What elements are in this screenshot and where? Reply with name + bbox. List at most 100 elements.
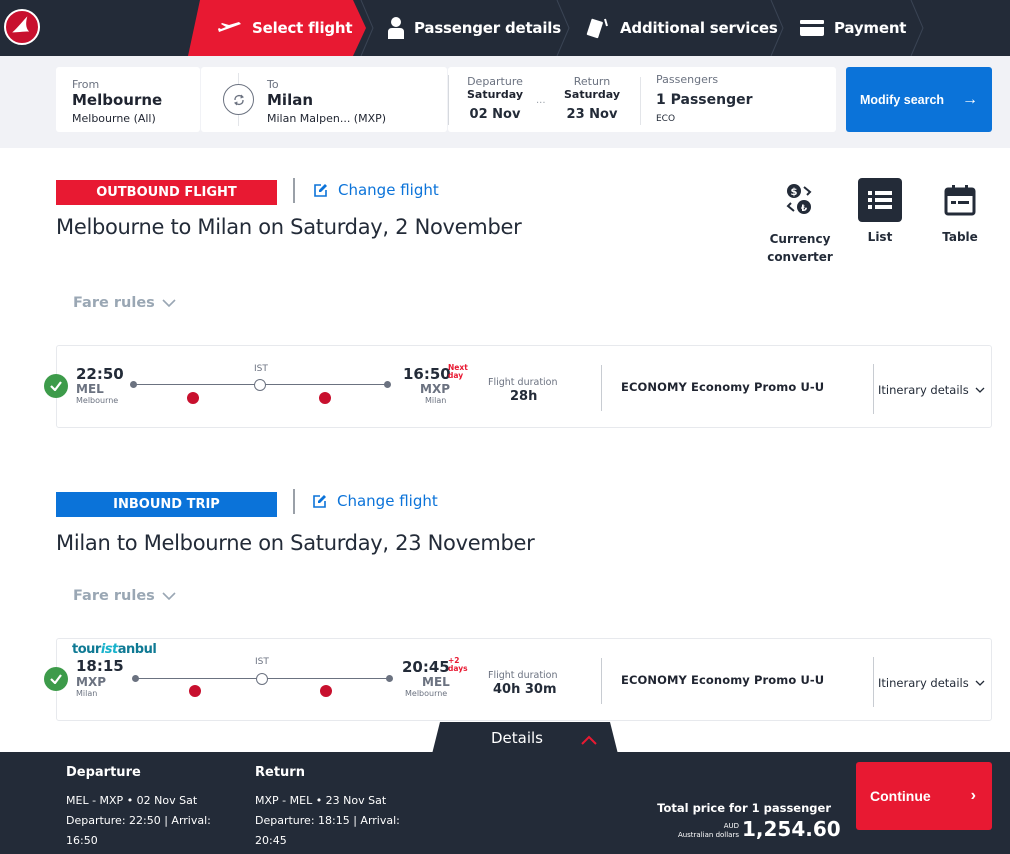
step-divider [770, 0, 784, 56]
to-airport: Milan Malpen... (MXP) [267, 112, 387, 125]
outbound-route-title: Melbourne to Milan on Saturday, 2 Novemb… [56, 215, 522, 239]
chevron-right-icon: › [970, 787, 976, 804]
swap-airports-button[interactable] [223, 84, 254, 115]
credit-card-icon [800, 20, 824, 36]
selected-check-icon [44, 374, 68, 398]
list-view-button[interactable]: List [858, 178, 902, 244]
svg-text:$: $ [791, 187, 798, 198]
change-outbound-flight-link[interactable]: Change flight [313, 181, 439, 199]
departure-summary-heading: Departure [66, 765, 141, 780]
total-price-label: Total price for 1 passenger [657, 801, 831, 815]
change-inbound-flight-link[interactable]: Change flight [312, 492, 438, 510]
from-field[interactable]: From Melbourne Melbourne (All) [56, 67, 200, 132]
table-view-label: Table [942, 230, 978, 244]
inbound-itinerary-details-toggle[interactable]: Itinerary details [878, 676, 985, 690]
departure-airport-code: MXP [76, 675, 106, 689]
chevron-down-icon [162, 299, 176, 307]
change-flight-label: Change flight [338, 181, 439, 199]
airline-carrier-icon [189, 685, 201, 697]
modify-search-button[interactable]: Modify search → [846, 67, 992, 132]
fare-rules-label: Fare rules [73, 295, 155, 311]
fare-rules-label: Fare rules [73, 588, 155, 604]
step-passenger-details[interactable]: Passenger details [388, 0, 561, 56]
currency-label: AUD Australian dollars [678, 822, 739, 840]
arrival-day-note: +2 days [448, 657, 468, 673]
return-summary-route: MXP - MEL • 23 Nov Sat [255, 794, 387, 807]
plus-days-note-2: days [448, 664, 468, 673]
edit-icon [313, 494, 326, 508]
next-day-note-2: day [448, 371, 464, 380]
departure-date: 02 Nov [469, 107, 521, 122]
continue-button[interactable]: Continue › [856, 762, 992, 830]
to-city: Milan [267, 91, 314, 109]
stopover-code: IST [254, 364, 268, 374]
departure-time: 18:15 [76, 657, 124, 675]
swap-icon [233, 94, 244, 105]
outbound-itinerary-details-toggle[interactable]: Itinerary details [878, 383, 985, 397]
cabin-class: ECO [656, 114, 676, 124]
inbound-badge: INBOUND TRIP [56, 492, 277, 517]
fare-class: ECONOMY Economy Promo U-U [621, 380, 825, 394]
step-label: Passenger details [414, 19, 561, 37]
from-label: From [72, 78, 100, 91]
step-divider [910, 0, 924, 56]
details-toggle-tab[interactable]: Details [432, 722, 618, 754]
departure-time: 22:50 [76, 365, 124, 383]
step-select-flight[interactable]: Select flight [218, 0, 353, 56]
stopover-marker [254, 379, 266, 391]
outbound-fare-rules-toggle[interactable]: Fare rules [73, 295, 176, 311]
return-summary-heading: Return [255, 765, 305, 780]
calendar-icon [938, 178, 982, 222]
chevron-down-icon [975, 387, 985, 393]
list-icon [858, 178, 902, 222]
edit-icon [314, 183, 327, 197]
fare-class: ECONOMY Economy Promo U-U [621, 673, 825, 687]
chevron-down-icon [162, 592, 176, 600]
top-navigation: Select flight Passenger details Addition… [0, 0, 1010, 56]
itinerary-details-label: Itinerary details [878, 383, 969, 397]
currency-converter-icon: $ ₺ [778, 178, 822, 222]
date-separator: ... [536, 95, 546, 106]
cards-icon [586, 16, 610, 40]
return-day: Saturday [564, 88, 620, 101]
step-label: Payment [834, 19, 907, 37]
selected-check-icon [44, 667, 68, 691]
total-price: 1,254.60 [742, 817, 841, 841]
svg-text:₺: ₺ [801, 204, 808, 214]
chevron-down-icon [975, 680, 985, 686]
departure-label: Departure [467, 75, 523, 88]
arrival-city: Milan [425, 396, 447, 405]
departure-summary-arrival: 16:50 [66, 834, 98, 847]
dates-passengers-field[interactable]: Departure Saturday 02 Nov ... Return Sat… [448, 67, 836, 132]
continue-label: Continue [870, 788, 931, 804]
departure-summary-times: Departure: 22:50 | Arrival: [66, 814, 211, 827]
step-additional-services[interactable]: Additional services [586, 0, 778, 56]
departure-city: Milan [76, 689, 98, 698]
airline-logo[interactable] [4, 9, 40, 45]
table-view-button[interactable]: Table [936, 178, 984, 244]
passengers-value: 1 Passenger [656, 92, 753, 108]
arrival-airport-code: MXP [420, 382, 450, 396]
return-summary-times: Departure: 18:15 | Arrival: [255, 814, 400, 827]
currency-name: Australian dollars [677, 831, 739, 839]
itinerary-details-label: Itinerary details [878, 676, 969, 690]
destination-dot [384, 381, 391, 388]
step-payment[interactable]: Payment [800, 0, 906, 56]
outbound-badge: OUTBOUND FLIGHT [56, 180, 277, 205]
inbound-fare-rules-toggle[interactable]: Fare rules [73, 588, 176, 604]
flight-duration: 28h [510, 389, 538, 404]
modify-search-label: Modify search [860, 92, 945, 107]
currency-converter-button[interactable]: $ ₺ Currency converter [766, 178, 834, 266]
divider [873, 657, 874, 707]
promo-text: tour [72, 642, 101, 657]
divider [601, 658, 602, 704]
step-divider [556, 0, 570, 56]
chevron-up-icon [581, 731, 597, 749]
change-flight-label: Change flight [337, 492, 438, 510]
touristanbul-logo: touristanbul [72, 642, 157, 657]
arrival-day-note: Next day [448, 364, 468, 380]
step-label: Additional services [620, 19, 778, 37]
from-city: Melbourne [72, 91, 163, 109]
departure-city: Melbourne [76, 396, 119, 405]
plane-icon [218, 21, 242, 35]
